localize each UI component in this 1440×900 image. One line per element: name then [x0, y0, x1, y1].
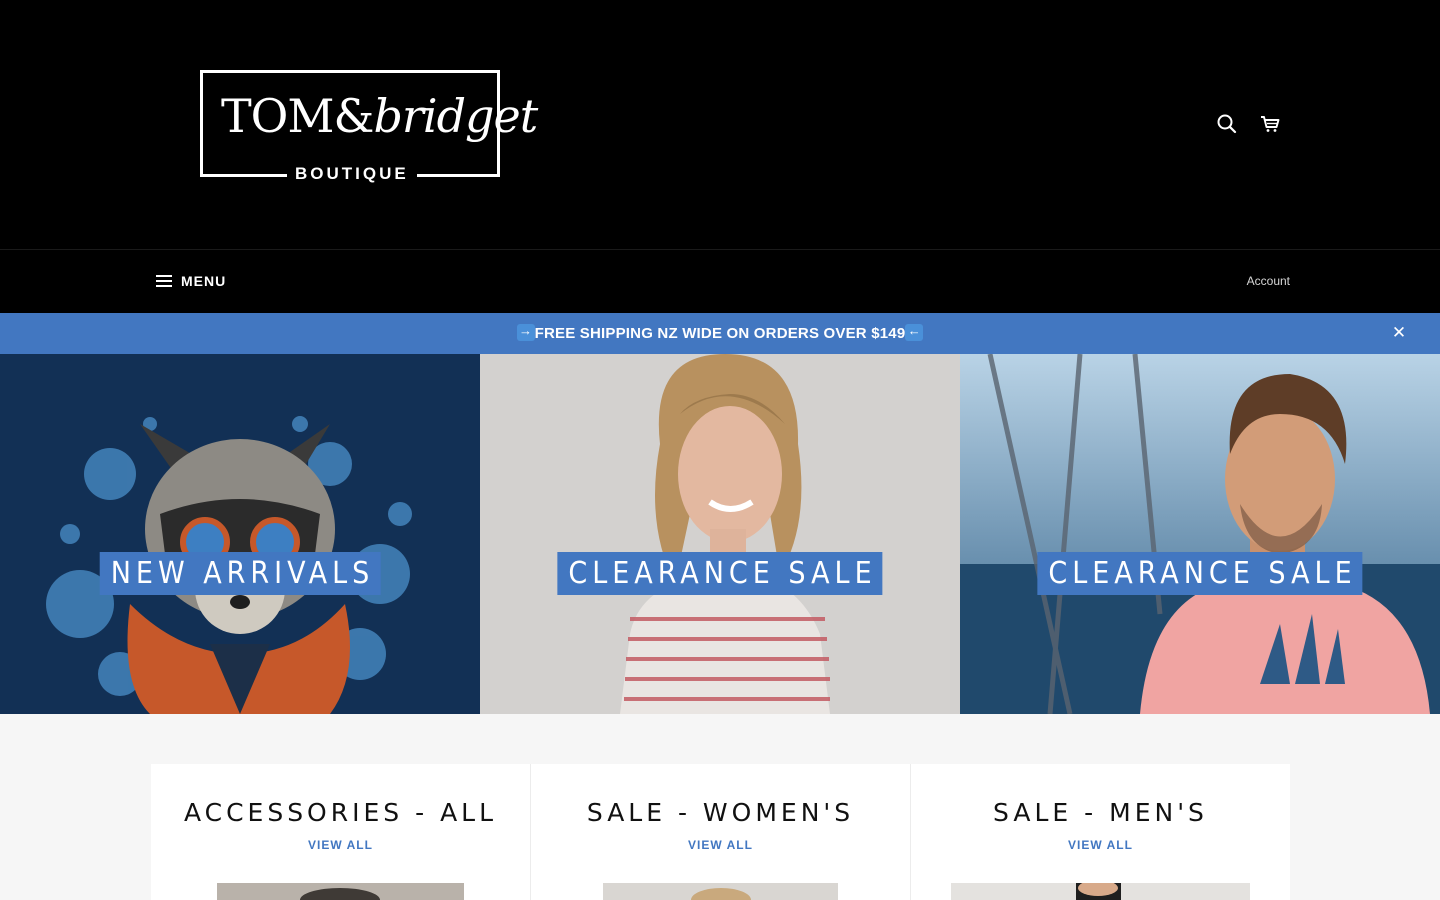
arrow-left-icon: [905, 323, 924, 341]
collection-card-accessories[interactable]: ACCESSORIES - ALL VIEW ALL: [151, 764, 531, 900]
announcement-message[interactable]: FREE SHIPPING NZ WIDE ON ORDERS OVER $14…: [0, 323, 1440, 342]
view-all-link[interactable]: VIEW ALL: [531, 838, 910, 852]
collection-card-sale-mens[interactable]: SALE - MEN'S VIEW ALL: [911, 764, 1290, 900]
announcement-text: FREE SHIPPING NZ WIDE ON ORDERS OVER $14…: [534, 325, 906, 342]
account-link[interactable]: Account: [1247, 274, 1290, 288]
close-icon[interactable]: ✕: [1390, 324, 1408, 342]
collection-title: SALE - MEN'S: [993, 798, 1208, 827]
cart-icon[interactable]: [1258, 112, 1282, 136]
hero-collections: NEW ARRIVALS CLEARANCE SALE CLEARANCE SA…: [0, 354, 1440, 714]
announcement-bar: FREE SHIPPING NZ WIDE ON ORDERS OVER $14…: [0, 313, 1440, 354]
logo-text-script: bridget: [373, 89, 538, 143]
menu-toggle-button[interactable]: MENU: [156, 270, 226, 292]
logo-text-primary: TOM&: [221, 89, 374, 143]
collection-title: SALE - WOMEN'S: [586, 798, 855, 827]
hero-tile-new-arrivals[interactable]: NEW ARRIVALS: [0, 354, 480, 714]
hamburger-icon: [156, 275, 172, 287]
logo-wordmark: TOM&bridget: [221, 89, 538, 143]
arrow-right-icon: [516, 323, 535, 341]
hero-tile-clearance-men[interactable]: CLEARANCE SALE: [960, 354, 1440, 714]
nav-bar: MENU Account: [0, 249, 1440, 313]
hero-tile-label: NEW ARRIVALS: [99, 552, 381, 595]
hero-image-man: [960, 354, 1440, 714]
collection-card-sale-womens[interactable]: SALE - WOMEN'S VIEW ALL: [531, 764, 911, 900]
store-logo[interactable]: TOM&bridget BOUTIQUE: [200, 70, 538, 183]
hero-tile-label: CLEARANCE SALE: [1037, 552, 1363, 595]
collection-title: ACCESSORIES - ALL: [183, 798, 498, 827]
collection-thumbnail[interactable]: [217, 883, 464, 900]
hero-tile-clearance-women[interactable]: CLEARANCE SALE: [480, 354, 960, 714]
hero-image-woman: [480, 354, 960, 714]
hero-tile-label: CLEARANCE SALE: [557, 552, 883, 595]
view-all-link[interactable]: VIEW ALL: [911, 838, 1290, 852]
collection-list: ACCESSORIES - ALL VIEW ALL SALE - WOMEN'…: [151, 764, 1290, 900]
hero-image-raccoon: [0, 354, 480, 714]
search-icon[interactable]: [1215, 112, 1239, 136]
logo-subtitle: BOUTIQUE: [287, 165, 417, 183]
site-header: TOM&bridget BOUTIQUE: [0, 0, 1440, 249]
view-all-link[interactable]: VIEW ALL: [151, 838, 530, 852]
menu-label: MENU: [181, 273, 227, 289]
collection-thumbnail[interactable]: [603, 883, 838, 900]
collection-thumbnail[interactable]: [951, 883, 1250, 900]
